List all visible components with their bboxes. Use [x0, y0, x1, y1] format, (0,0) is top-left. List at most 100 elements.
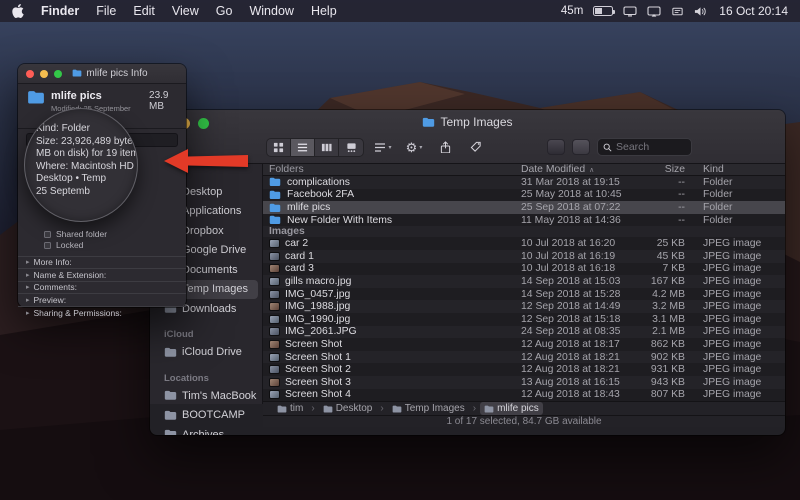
path-item[interactable]: tim	[273, 402, 307, 415]
zoom-button[interactable]	[54, 69, 62, 78]
file-name: Facebook 2FA	[287, 189, 355, 201]
file-name: IMG_1988.jpg	[285, 301, 351, 313]
info-section-row[interactable]: ▸ Preview:	[18, 293, 186, 306]
file-name: IMG_1990.jpg	[285, 313, 351, 325]
status-bar: 1 of 17 selected, 84.7 GB available	[263, 415, 785, 428]
table-row[interactable]: Screen Shot 12 Aug 2018 at 18:17 862 KB …	[263, 338, 785, 351]
title-bar[interactable]: Temp Images	[150, 110, 785, 134]
table-row[interactable]: complications 31 Mar 2018 at 19:15 -- Fo…	[263, 176, 785, 189]
battery-icon[interactable]	[593, 6, 616, 16]
table-row[interactable]: Screen Shot 1 12 Aug 2018 at 18:21 902 K…	[263, 350, 785, 364]
table-row[interactable]: mlife pics 25 Sep 2018 at 07:22 -- Folde…	[263, 201, 785, 214]
toolbar-app-button-2[interactable]	[572, 139, 590, 155]
checkbox-row[interactable]: Locked	[44, 240, 186, 251]
info-section-label: More Info:	[33, 257, 72, 268]
info-section-row[interactable]: ▸ Comments:	[18, 280, 186, 294]
info-section-row[interactable]: ▸ More Info:	[18, 255, 186, 269]
apple-menu[interactable]	[12, 4, 25, 19]
table-row[interactable]: IMG_1988.jpg 12 Sep 2018 at 14:49 3.2 MB…	[263, 300, 785, 313]
volume-icon[interactable]	[694, 6, 707, 17]
checkbox-row[interactable]: Shared folder	[44, 229, 186, 240]
file-size: 943 KB	[650, 376, 685, 388]
file-list: Folders Date Modified ∧ Size Kind complic…	[263, 164, 785, 428]
loupe-text-line: Desktop • Temp	[36, 173, 107, 184]
table-row[interactable]: New Folder With Items 11 May 2018 at 14:…	[263, 213, 785, 227]
info-section-row[interactable]: ▸ Sharing & Permissions:	[18, 305, 186, 319]
column-view-button[interactable]	[315, 138, 339, 156]
menu-item[interactable]: Edit	[133, 4, 155, 18]
gallery-view-button[interactable]	[339, 139, 363, 156]
menu-item[interactable]: Go	[216, 4, 233, 18]
group-button[interactable]: ▾	[371, 138, 395, 157]
checkbox[interactable]	[44, 241, 51, 249]
path-item[interactable]: Temp Images	[388, 402, 469, 415]
sidebar-item-label: Desktop	[182, 185, 223, 198]
column-header-date[interactable]: Date Modified ∧	[521, 164, 641, 175]
menu-item[interactable]: Window	[249, 4, 293, 18]
toolbar-app-button-1[interactable]	[547, 139, 565, 155]
image-thumbnail	[269, 327, 280, 337]
menu-item[interactable]: View	[172, 4, 199, 18]
menu-bar-clock[interactable]: 16 Oct 20:14	[719, 4, 788, 18]
folder-icon	[392, 405, 402, 413]
file-name: mlife pics	[287, 201, 331, 213]
column-header-size[interactable]: Size	[641, 164, 689, 175]
table-row[interactable]: IMG_0457.jpg 14 Sep 2018 at 15:28 4.2 MB…	[263, 287, 785, 301]
column-header-kind[interactable]: Kind	[689, 164, 785, 175]
file-date: 25 Sep 2018 at 07:22	[521, 201, 621, 213]
sidebar-item[interactable]: BOOTCAMP	[154, 406, 258, 426]
info-section-row[interactable]: ▸ Name & Extension:	[18, 268, 186, 281]
tags-button[interactable]	[464, 138, 488, 157]
battery-time-label: 45m	[560, 5, 584, 17]
menu-extra-icon[interactable]	[671, 6, 684, 17]
file-kind: JPEG image	[703, 351, 762, 363]
file-name: card 3	[285, 263, 314, 275]
info-title-bar[interactable]: mlife pics Info	[18, 64, 186, 84]
folder-icon	[323, 405, 333, 413]
table-row[interactable]: Screen Shot 3 13 Aug 2018 at 16:15 943 K…	[263, 375, 785, 389]
search-field[interactable]	[597, 138, 692, 156]
view-mode-control	[266, 137, 364, 157]
zoom-button[interactable]	[198, 118, 209, 129]
table-row[interactable]: card 3 10 Jul 2018 at 16:18 7 KB JPEG im…	[263, 262, 785, 276]
column-header-name[interactable]: Folders	[269, 164, 521, 175]
path-item[interactable]: mlife pics	[480, 402, 543, 416]
sidebar-item[interactable]: Archives	[154, 425, 258, 435]
table-row[interactable]: Screen Shot 4 12 Aug 2018 at 18:43 807 K…	[263, 388, 785, 402]
search-input[interactable]	[616, 141, 686, 153]
table-row[interactable]: IMG_1990.jpg 12 Sep 2018 at 15:18 3.1 MB…	[263, 312, 785, 326]
table-row[interactable]: Facebook 2FA 25 May 2018 at 10:45 -- Fol…	[263, 188, 785, 202]
table-row[interactable]: IMG_2061.JPG 24 Sep 2018 at 08:35 2.1 MB…	[263, 325, 785, 339]
minimize-button[interactable]	[40, 69, 48, 78]
checkbox[interactable]	[44, 230, 51, 238]
info-window-title: mlife pics Info	[86, 68, 148, 79]
table-row[interactable]: car 2 10 Jul 2018 at 16:20 25 KB JPEG im…	[263, 237, 785, 250]
info-sections: ▸ More Info: ▸ Name & Extension: ▸ Comme…	[18, 255, 186, 319]
list-column-header: Folders Date Modified ∧ Size Kind	[263, 164, 785, 176]
action-button[interactable]: ⚙ ▾	[402, 138, 426, 157]
close-button[interactable]	[26, 69, 34, 78]
sidebar-item[interactable]: iCloud Drive	[154, 343, 258, 363]
sidebar-item[interactable]: iCloud	[154, 327, 258, 343]
table-row[interactable]: card 1 10 Jul 2018 at 16:19 45 KB JPEG i…	[263, 249, 785, 263]
menu-item-finder[interactable]: Finder	[41, 4, 79, 18]
display-icon[interactable]	[623, 5, 637, 17]
file-name: Screen Shot	[285, 338, 343, 350]
file-name: card 1	[285, 250, 314, 262]
file-size: 45 KB	[656, 250, 685, 262]
sidebar-item[interactable]: Tim's MacBook Pr...	[154, 386, 258, 406]
table-row[interactable]: Screen Shot 2 12 Aug 2018 at 18:21 931 K…	[263, 363, 785, 376]
table-row[interactable]: gills macro.jpg 14 Sep 2018 at 15:03 167…	[263, 275, 785, 288]
menu-item[interactable]: File	[96, 4, 116, 18]
menu-bar-status: 45m 16 Oct 20:14	[561, 4, 788, 18]
path-item[interactable]: Desktop	[319, 402, 377, 415]
icon-view-button[interactable]	[267, 138, 291, 156]
share-button[interactable]	[433, 138, 457, 157]
screen-mirroring-icon[interactable]	[647, 5, 661, 17]
sidebar-item[interactable]: Locations	[154, 370, 258, 386]
file-kind: JPEG image	[703, 376, 762, 388]
loupe-text-line: Size: 23,926,489 bytes (23.9	[36, 135, 138, 147]
file-kind: JPEG image	[703, 326, 762, 338]
list-view-button[interactable]	[291, 138, 315, 156]
menu-item[interactable]: Help	[311, 4, 337, 18]
